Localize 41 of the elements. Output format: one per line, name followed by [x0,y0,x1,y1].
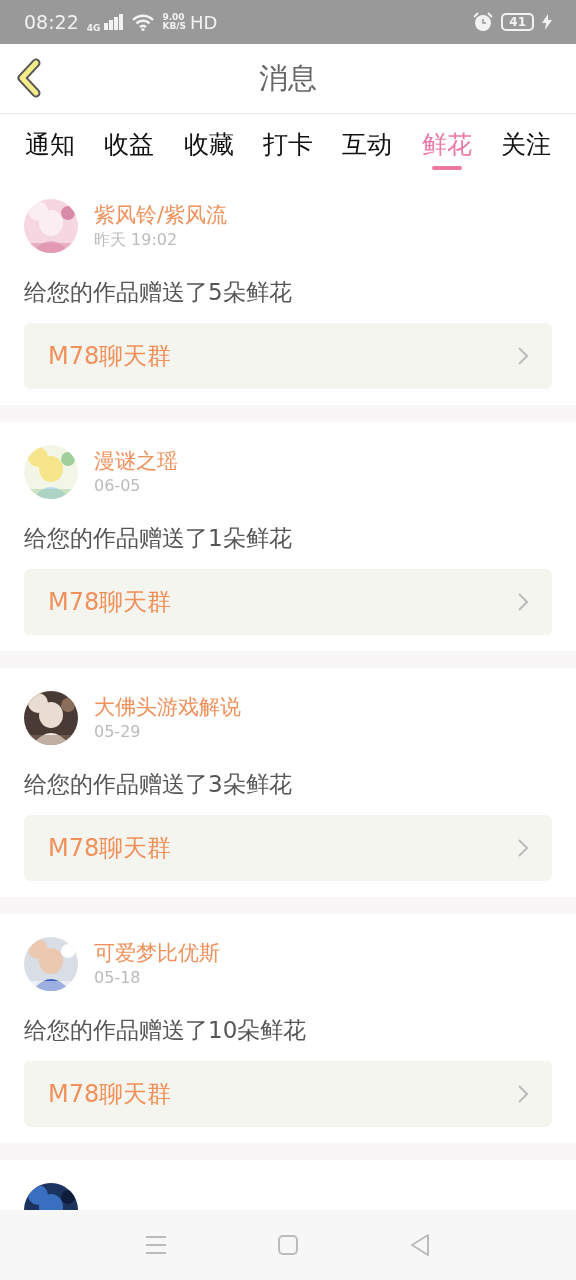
message-text: 给您的作品赠送了1朵鲜花 [24,524,293,553]
chevron-right-icon [518,1085,528,1103]
group-link[interactable]: M78聊天群 [24,323,552,389]
chevron-right-icon [518,839,528,857]
clock-time: 08:22 [24,9,79,35]
battery-level: 41 [501,13,534,31]
group-link[interactable]: M78聊天群 [24,815,552,881]
message-time: 05-29 [94,720,142,743]
tab[interactable]: 通知 [10,114,90,176]
page-title: 消息 [259,59,317,97]
tab[interactable]: 关注 [486,114,566,176]
alarm-icon [473,12,494,32]
message-text: 给您的作品赠送了10朵鲜花 [24,1016,308,1045]
back-icon[interactable] [409,1233,431,1257]
menu-icon[interactable] [145,1235,167,1255]
sender-name[interactable]: 紫风铃/紫风流 [94,201,228,229]
tab[interactable]: 互动 [327,114,408,176]
chevron-right-icon [518,347,528,365]
message-time: 06-05 [94,474,142,497]
group-link[interactable]: M78聊天群 [24,569,552,635]
tab[interactable]: 收益 [89,114,169,176]
tab[interactable]: 收藏 [168,114,249,176]
chevron-right-icon [518,593,528,611]
message-text: 给您的作品赠送了5朵鲜花 [24,278,293,307]
network-type: 4G [86,23,101,33]
signal-icon [104,14,125,30]
hd-label: HD [190,10,218,35]
tab[interactable]: 鲜花 [407,114,487,176]
sender-name[interactable]: 可爱梦比优斯 [94,939,220,967]
tab-indicator [431,166,462,170]
home-icon[interactable] [277,1234,299,1256]
group-link[interactable]: M78聊天群 [24,1061,552,1127]
sender-name[interactable]: 大佛头游戏解说 [94,693,241,721]
message-time: 昨天 19:02 [94,228,179,251]
message-text: 给您的作品赠送了3朵鲜花 [24,770,293,799]
sender-name[interactable]: 漫谜之瑶 [94,447,178,475]
wifi-icon [132,13,155,31]
tab[interactable]: 打卡 [248,114,328,176]
speed-unit: KB/S [162,22,187,31]
message-time: 05-18 [94,966,142,989]
speed-value: 9.00 [162,13,186,22]
